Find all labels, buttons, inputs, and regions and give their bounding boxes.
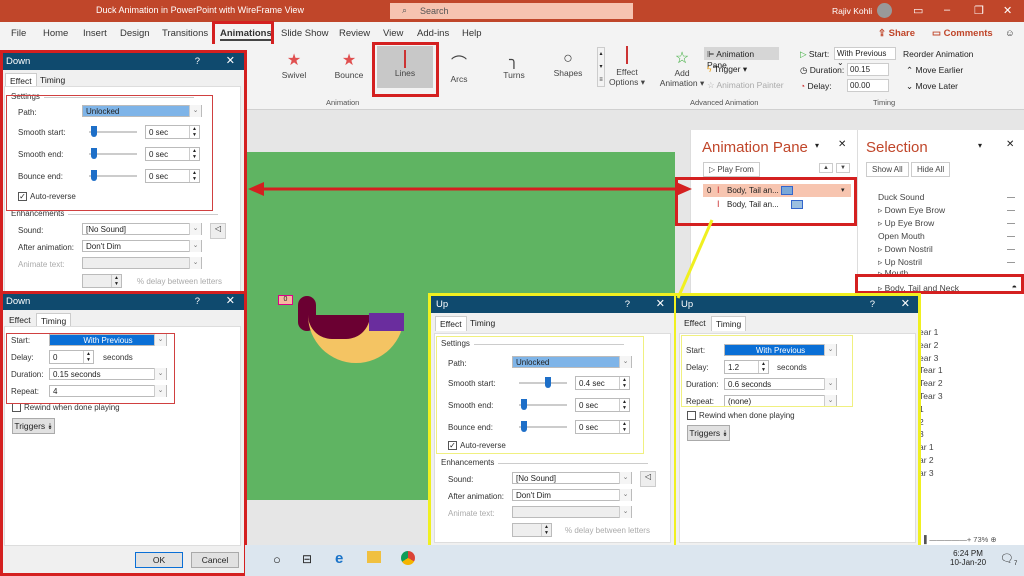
annotation-arrows (248, 182, 714, 299)
yellow-arrow-line (676, 219, 714, 299)
red-arrow-head-right (676, 182, 692, 196)
red-arrow-head-left (248, 182, 264, 196)
